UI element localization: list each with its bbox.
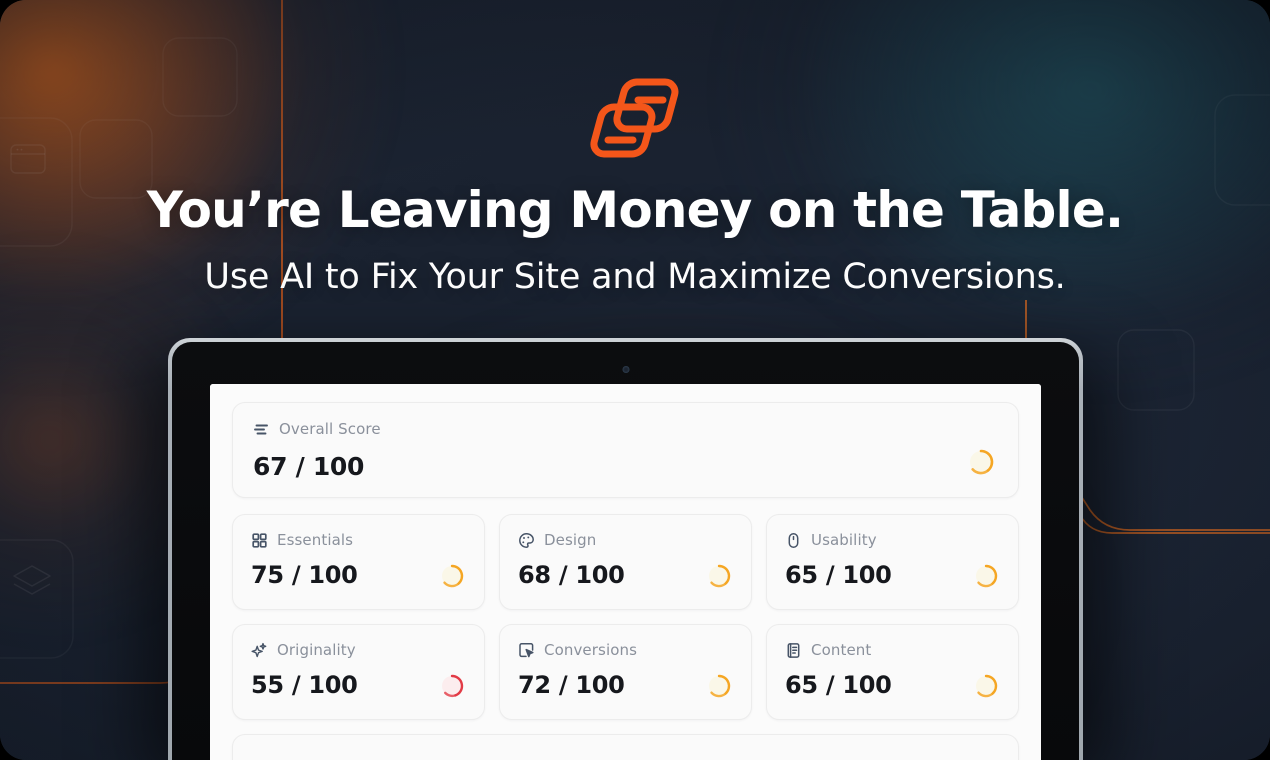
metric-grid-row-1: Essentials 75 / 100 Design 68 / 100 Usab… <box>232 514 1019 610</box>
score-ring-originality <box>438 672 466 700</box>
card-score-value: 67 / 100 <box>253 452 365 481</box>
card-label: Design <box>544 531 597 549</box>
grid-icon <box>251 532 268 549</box>
card-conversions[interactable]: Conversions 72 / 100 <box>499 624 752 720</box>
card-essentials[interactable]: Essentials 75 / 100 <box>232 514 485 610</box>
score-ring-conversions <box>705 672 733 700</box>
align-list-icon <box>253 421 270 438</box>
card-header: Design <box>518 531 733 549</box>
card-header: Originality <box>251 641 466 659</box>
document-icon <box>785 642 802 659</box>
score-ring-essentials <box>438 562 466 590</box>
cursor-click-icon <box>518 642 535 659</box>
card-score-value: 68 / 100 <box>518 561 625 589</box>
audit-dashboard: Overall Score 67 / 100 Essentials 75 / 1… <box>210 384 1041 760</box>
card-score-value: 65 / 100 <box>785 671 892 699</box>
card-score-value: 72 / 100 <box>518 671 625 699</box>
card-originality[interactable]: Originality 55 / 100 <box>232 624 485 720</box>
laptop-mockup: Overall Score 67 / 100 Essentials 75 / 1… <box>140 338 1111 760</box>
card-label: Essentials <box>277 531 354 549</box>
score-ring-design <box>705 562 733 590</box>
card-header: Usability <box>785 531 1000 549</box>
brand-logo <box>587 72 683 164</box>
laptop-screen: Overall Score 67 / 100 Essentials 75 / 1… <box>210 384 1041 760</box>
card-header: Essentials <box>251 531 466 549</box>
mouse-icon <box>785 532 802 549</box>
card-label: Originality <box>277 641 356 659</box>
sparkles-icon <box>251 642 268 659</box>
card-header: Overall Score <box>253 420 998 438</box>
card-header: Conversions <box>518 641 733 659</box>
score-ring-content <box>972 672 1000 700</box>
metric-grid-row-2: Originality 55 / 100 Conversions 72 / 10… <box>232 624 1019 720</box>
card-label: Conversions <box>544 641 638 659</box>
webcam-icon <box>622 366 629 373</box>
hero-headline: You’re Leaving Money on the Table. <box>146 181 1124 239</box>
card-overall-score[interactable]: Overall Score 67 / 100 <box>232 402 1019 498</box>
card-next-section-partial[interactable] <box>232 734 1019 760</box>
card-label: Overall Score <box>279 420 381 438</box>
palette-icon <box>518 532 535 549</box>
score-ring-overall <box>966 447 996 477</box>
card-label: Usability <box>811 531 877 549</box>
card-score-value: 55 / 100 <box>251 671 358 699</box>
hero-subheadline: Use AI to Fix Your Site and Maximize Con… <box>204 257 1066 297</box>
card-score-value: 75 / 100 <box>251 561 358 589</box>
score-ring-usability <box>972 562 1000 590</box>
card-label: Content <box>811 641 872 659</box>
hero-canvas: You’re Leaving Money on the Table. Use A… <box>0 0 1270 760</box>
card-usability[interactable]: Usability 65 / 100 <box>766 514 1019 610</box>
overlapping-squares-logo-icon <box>590 78 679 158</box>
card-design[interactable]: Design 68 / 100 <box>499 514 752 610</box>
card-score-value: 65 / 100 <box>785 561 892 589</box>
card-content[interactable]: Content 65 / 100 <box>766 624 1019 720</box>
card-header: Content <box>785 641 1000 659</box>
laptop-bezel: Overall Score 67 / 100 Essentials 75 / 1… <box>172 342 1079 760</box>
